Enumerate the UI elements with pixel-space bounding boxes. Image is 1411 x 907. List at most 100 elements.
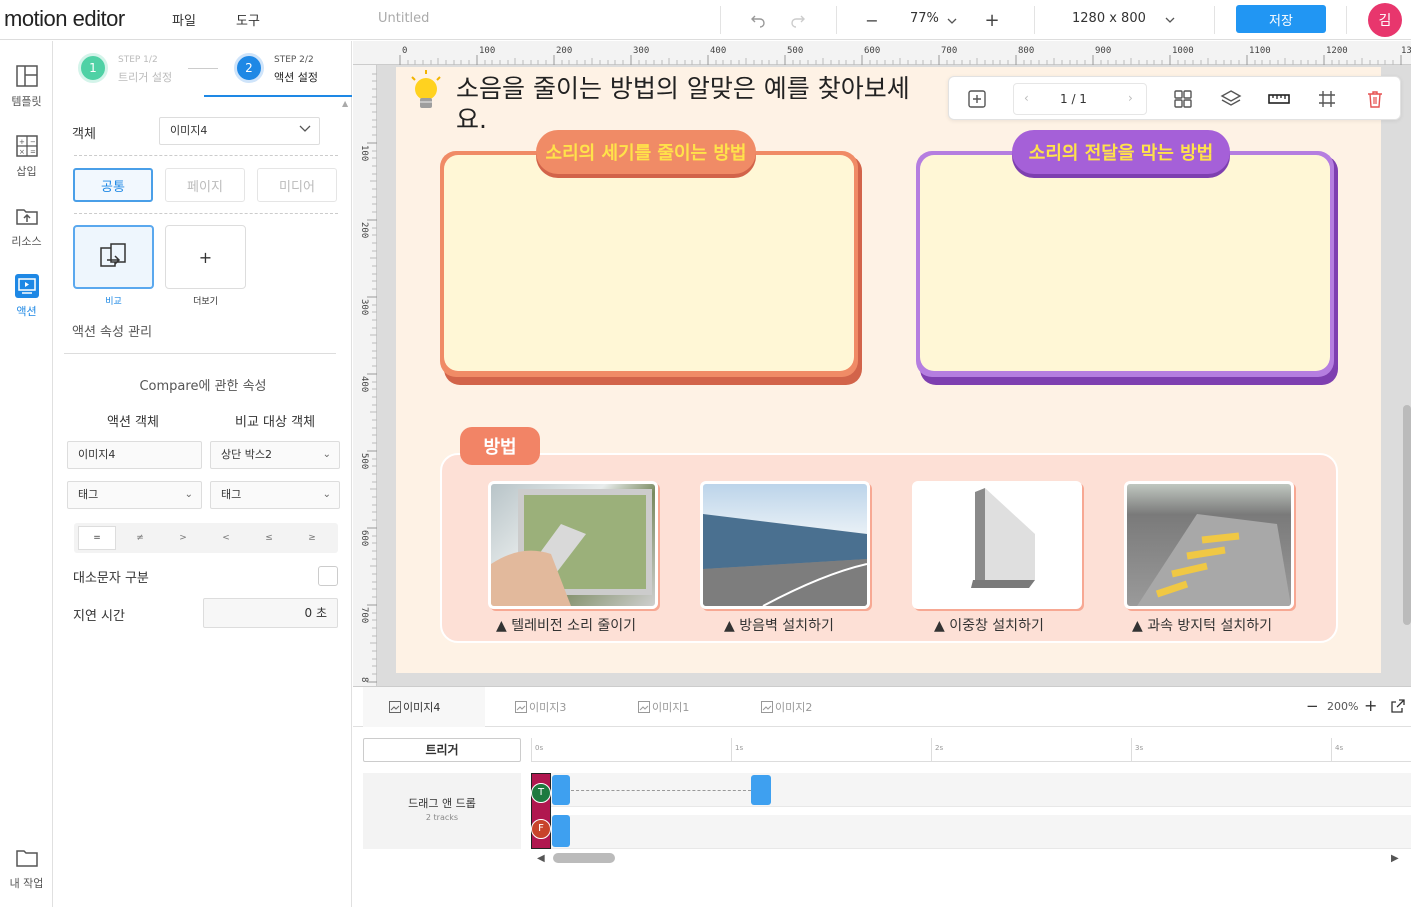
next-page-icon[interactable]: › [1128,91,1133,105]
action-more-card[interactable]: + [165,225,246,289]
keyframe-false[interactable] [552,815,570,847]
slide-toolbar: ‹ 1 / 1 › [948,76,1401,120]
rail-item-template[interactable]: 템플릿 [0,63,53,109]
save-button[interactable]: 저장 [1236,5,1326,33]
tag-select-left[interactable]: 태그 ⌄ [67,481,202,509]
track-label[interactable]: 드래그 앤 드롭 2 tracks [363,773,521,849]
image-icon [389,701,401,713]
picture-caption: ▲ 방음벽 설치하기 [724,618,834,634]
avatar[interactable]: 김 [1368,3,1402,37]
trash-icon[interactable] [1363,87,1387,111]
operator-greater-equal[interactable]: ≥ [293,526,331,550]
redo-icon[interactable] [786,8,810,32]
template-icon [15,65,38,87]
ruler-label: 400 [710,46,727,56]
rail-item-insert[interactable]: + − × = 삽입 [0,133,53,179]
canvas-size[interactable]: 1280 x 800 [1072,11,1146,26]
ruler-label: 400 [359,376,369,393]
zoom-dropdown-icon[interactable] [940,9,964,33]
rail-item-resource[interactable]: 리소스 [0,203,53,249]
true-marker[interactable]: T [531,783,551,803]
canvas-scrollbar[interactable] [1403,405,1411,625]
timeline-zoom-out-icon[interactable]: − [1306,697,1319,715]
step-1-label: 트리거 설정 [118,71,173,84]
svg-text:+: + [19,138,25,146]
timeline-tab-image4[interactable]: 이미지4 [363,687,485,727]
operator-greater[interactable]: > [164,526,202,550]
picture-speed-bump[interactable] [1124,481,1294,609]
grid-view-icon[interactable] [1171,87,1195,111]
ruler-label: 900 [1095,46,1112,56]
picture-soundproof-wall[interactable] [700,481,870,609]
prev-page-icon[interactable]: ‹ [1024,91,1029,105]
menu-tools[interactable]: 도구 [236,10,260,29]
keyframe-end[interactable] [751,775,771,805]
question-text[interactable]: 소음을 줄이는 방법의 알맞은 예를 찾아보세요. [456,73,926,135]
ruler-icon[interactable] [1267,87,1291,111]
ruler-label: 200 [556,46,573,56]
tick-label: 4s [1335,744,1344,752]
timeline-tab-image3[interactable]: 이미지3 [489,687,607,727]
tab-page[interactable]: 페이지 [165,168,245,202]
timeline-tab-image2[interactable]: 이미지2 [735,687,853,727]
timeline-tab-image1[interactable]: 이미지1 [612,687,730,727]
timeline-tab-label: 이미지3 [529,701,567,714]
false-marker[interactable]: F [531,819,551,839]
zoom-level[interactable]: 77% [910,11,939,26]
action-object-heading: 액션 객체 [107,415,159,430]
tag-select-right[interactable]: 태그 ⌄ [210,481,340,509]
ruler-label: 200 [359,222,369,239]
case-sensitive-checkbox[interactable] [318,566,338,586]
tab-common[interactable]: 공통 [73,168,153,202]
operator-selector: = ≠ > < ≤ ≥ [74,523,338,553]
picture-tv-remote[interactable] [488,481,658,609]
operator-equal[interactable]: = [78,526,116,550]
grid-lines-icon[interactable] [1315,87,1339,111]
timeline-scrollbar[interactable] [553,853,615,863]
scroll-left-icon[interactable]: ◀ [537,853,545,864]
track-count: 2 tracks [425,813,459,822]
target-object-select[interactable]: 상단 박스2 ⌄ [210,441,340,469]
operator-not-equal[interactable]: ≠ [121,526,159,550]
tab-media[interactable]: 미디어 [257,168,337,202]
add-page-icon[interactable] [965,87,989,111]
operator-less-equal[interactable]: ≤ [250,526,288,550]
rail-item-my-work[interactable]: 내 작업 [0,845,53,891]
step-1-number: 1 [78,53,108,83]
size-dropdown-icon[interactable] [1158,8,1182,32]
action-compare-label: 비교 [105,297,122,307]
zoom-out-icon[interactable]: − [860,8,884,32]
delay-input[interactable]: 0 초 [203,598,338,628]
ruler-label: 700 [941,46,958,56]
zoom-in-icon[interactable]: + [980,8,1004,32]
keyframe-start[interactable] [552,775,570,805]
action-object-input[interactable]: 이미지4 [67,441,202,469]
operator-less[interactable]: < [207,526,245,550]
scroll-up-icon[interactable]: ▲ [342,99,348,108]
timeline-zoom-level: 200% [1327,700,1359,713]
picture-double-window[interactable] [912,481,1082,609]
track-row-false [531,815,1411,849]
action-settings-panel: 1 STEP 1/2 트리거 설정 2 STEP 2/2 액션 설정 ▲ 객체 … [54,41,352,907]
method-tag: 방법 [460,427,540,465]
scroll-right-icon[interactable]: ▶ [1391,853,1399,864]
tick-line [531,738,532,762]
trigger-button[interactable]: 트리거 [363,738,521,762]
tick-line [931,738,932,762]
image-icon [515,701,527,713]
menu-file[interactable]: 파일 [172,10,196,29]
rail-item-action[interactable]: 액션 [0,273,53,319]
action-compare-card[interactable] [73,225,154,289]
slide-page[interactable]: 소음을 줄이는 방법의 알맞은 예를 찾아보세요. 소리의 세기를 줄이는 방법… [396,67,1381,673]
external-link-icon[interactable] [1391,699,1405,716]
page-indicator: 1 / 1 [1060,92,1087,106]
timeline-zoom-in-icon[interactable]: + [1364,696,1377,715]
layers-icon[interactable] [1219,87,1243,111]
undo-icon[interactable] [746,8,770,32]
tick-label: 3s [1135,744,1144,752]
document-title[interactable]: Untitled [378,11,429,26]
object-select[interactable]: 이미지4 [159,117,320,145]
timeline-tab-label: 이미지2 [775,701,813,714]
track-name: 드래그 앤 드롭 [408,797,476,810]
keyframe-connector [571,790,751,791]
